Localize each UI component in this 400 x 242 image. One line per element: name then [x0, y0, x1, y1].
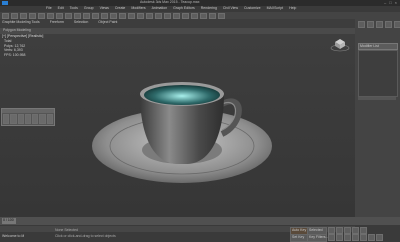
menu-item-graph-editors[interactable]: Graph Editors	[173, 6, 195, 11]
zoom-icon[interactable]	[328, 234, 335, 241]
pan-icon[interactable]	[360, 234, 367, 241]
menu-item-animation[interactable]: Animation	[152, 6, 168, 11]
teacup-scene	[92, 82, 272, 183]
main-toolbar	[0, 12, 400, 19]
time-slider-thumb[interactable]: 0 / 100	[2, 218, 16, 224]
create-tab-icon[interactable]	[358, 21, 365, 28]
menu-item-modifiers[interactable]: Modifiers	[131, 6, 145, 11]
maximize-viewport-icon[interactable]	[376, 234, 383, 241]
stack-tools	[358, 97, 396, 100]
go-to-end-icon[interactable]	[360, 227, 367, 234]
ribbon-tab-object-paint[interactable]: Object Paint	[98, 20, 117, 25]
command-panel: Modifier List	[355, 19, 400, 217]
ribbon-tab-selection[interactable]: Selection	[74, 20, 88, 25]
menu-item-maxscript[interactable]: MAXScript	[267, 6, 284, 11]
go-to-start-icon[interactable]	[328, 227, 335, 234]
time-slider[interactable]: 0 / 100	[0, 217, 400, 225]
modifier-stack[interactable]	[358, 50, 398, 97]
menu-item-civil-view[interactable]: Civil View	[223, 6, 238, 11]
menu-item-customize[interactable]: Customize	[244, 6, 261, 11]
ribbon-sub-label: Polygon Modeling	[3, 28, 31, 32]
perspective-viewport[interactable]: [+] [Perspective] [Realistic] Total Poly…	[0, 34, 355, 217]
menu-item-tools[interactable]: Tools	[70, 6, 78, 11]
zoom-all-icon[interactable]	[336, 234, 343, 241]
menu-item-file[interactable]: File	[46, 6, 52, 11]
next-frame-icon[interactable]	[352, 227, 359, 234]
menu-item-help[interactable]: Help	[289, 6, 296, 11]
window-title: Autodesk 3ds Max 2015 - Teacup.max	[140, 0, 200, 4]
set-key-button[interactable]: Set Key	[290, 234, 308, 242]
menu-item-views[interactable]: Views	[100, 6, 109, 11]
command-panel-tabs	[358, 21, 400, 28]
menu-items: File Edit Tools Group Views Create Modifiers An…	[46, 6, 296, 11]
cup-liquid	[144, 85, 220, 105]
menu-item-group[interactable]: Group	[84, 6, 94, 11]
orbit-icon[interactable]	[368, 234, 375, 241]
menu-item-edit[interactable]: Edit	[58, 6, 64, 11]
zoom-extents-icon[interactable]	[344, 234, 351, 241]
display-tab-icon[interactable]	[394, 21, 400, 28]
playback-controls	[328, 227, 367, 234]
ribbon-tabs: Graphite Modeling Tools Freeform Selection…	[2, 20, 117, 25]
modify-tab-icon[interactable]	[367, 21, 374, 28]
maxscript-listener-label[interactable]: Welcome to M	[2, 234, 24, 239]
app-logo-icon[interactable]	[2, 1, 8, 5]
status-prompt: Click or click-and-drag to select object…	[55, 234, 116, 238]
field-of-view-icon[interactable]	[352, 234, 359, 241]
viewport-navigation-controls	[328, 234, 383, 241]
ribbon-tab-graphite-modeling-tools[interactable]: Graphite Modeling Tools	[2, 20, 40, 25]
motion-tab-icon[interactable]	[385, 21, 392, 28]
play-icon[interactable]	[344, 227, 351, 234]
key-filters-button[interactable]: Key Filters...	[307, 234, 328, 242]
selection-status: None Selected	[55, 228, 78, 232]
modifier-list-dropdown[interactable]: Modifier List	[358, 43, 398, 50]
hierarchy-tab-icon[interactable]	[376, 21, 383, 28]
previous-frame-icon[interactable]	[336, 227, 343, 234]
menu-item-rendering[interactable]: Rendering	[201, 6, 217, 11]
menu-item-create[interactable]: Create	[115, 6, 126, 11]
ribbon-tab-freeform[interactable]: Freeform	[50, 20, 64, 25]
